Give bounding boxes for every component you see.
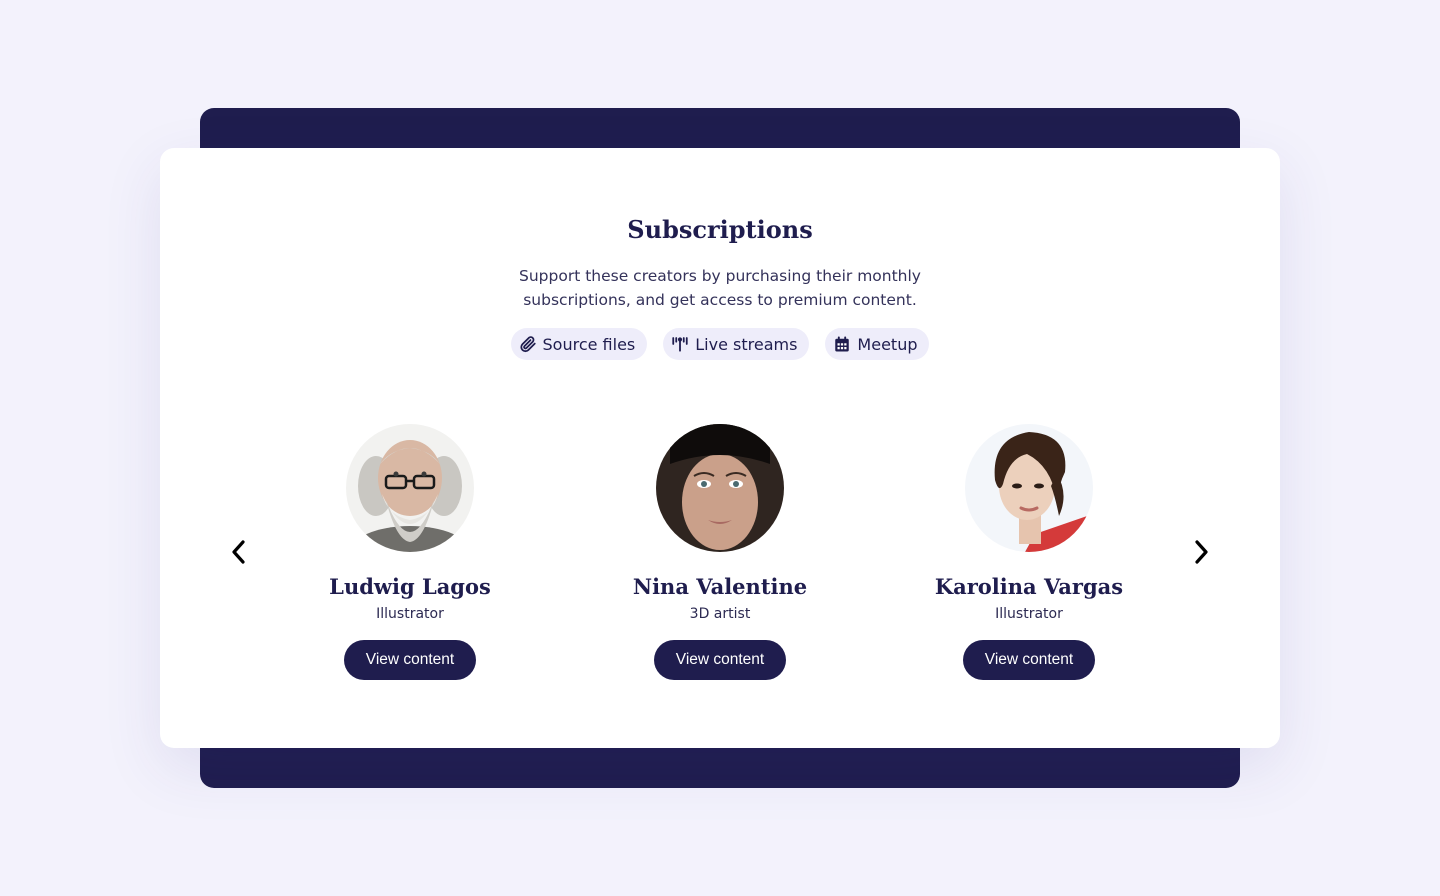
view-content-button[interactable]: View content bbox=[343, 640, 477, 680]
creator-role: Illustrator bbox=[376, 606, 444, 622]
broadcast-icon bbox=[671, 335, 689, 353]
creator-card: Karolina Vargas Illustrator View content bbox=[899, 424, 1159, 680]
creator-name: Ludwig Lagos bbox=[329, 574, 491, 599]
tag-label: Meetup bbox=[857, 334, 918, 354]
tag-label: Source files bbox=[542, 334, 636, 354]
chevron-right-icon bbox=[1192, 538, 1210, 570]
page-description: Support these creators by purchasing the… bbox=[519, 267, 921, 309]
view-content-button[interactable]: View content bbox=[653, 640, 787, 680]
creator-name: Karolina Vargas bbox=[934, 574, 1124, 599]
carousel-prev-button[interactable] bbox=[227, 538, 251, 570]
subscriptions-card: Subscriptions Support these creators by … bbox=[160, 148, 1280, 748]
creator-role: 3D artist bbox=[689, 606, 751, 622]
creator-card: Ludwig Lagos Illustrator View content bbox=[280, 424, 540, 680]
page-title: Subscriptions bbox=[627, 215, 813, 244]
chevron-left-icon bbox=[230, 538, 248, 570]
paperclip-icon bbox=[519, 335, 537, 353]
creator-role: Illustrator bbox=[995, 606, 1063, 622]
feature-tags: Source files Live streams Meetup bbox=[160, 328, 1280, 360]
creator-card: Nina Valentine 3D artist View content bbox=[590, 424, 850, 680]
tag-meetup: Meetup bbox=[825, 328, 930, 360]
view-content-button[interactable]: View content bbox=[962, 640, 1096, 680]
tag-live-streams: Live streams bbox=[663, 328, 810, 360]
carousel-next-button[interactable] bbox=[1189, 538, 1213, 570]
calendar-icon bbox=[833, 335, 851, 353]
tag-source-files: Source files bbox=[510, 328, 648, 360]
avatar bbox=[656, 424, 784, 552]
avatar bbox=[346, 424, 474, 552]
avatar bbox=[965, 424, 1093, 552]
tag-label: Live streams bbox=[695, 334, 798, 354]
creator-name: Nina Valentine bbox=[632, 574, 808, 599]
